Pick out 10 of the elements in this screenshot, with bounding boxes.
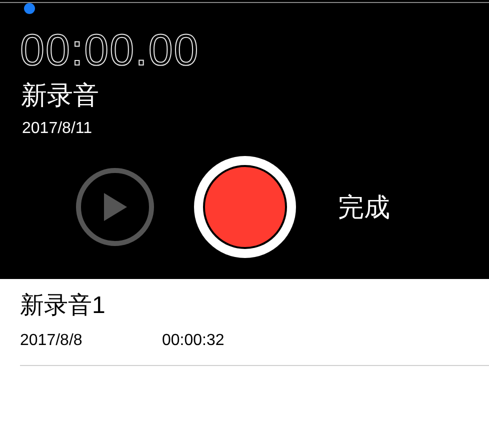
recording-name: 新录音1 (20, 291, 106, 321)
recording-duration: 00:00:32 (162, 331, 224, 351)
recording-list-item[interactable]: 新录音1 2017/8/8 00:00:32 (20, 279, 489, 366)
timer: 00:00.00 (20, 28, 200, 74)
play-icon (102, 192, 128, 222)
recording-list-date: 2017/8/8 (20, 331, 84, 351)
recording-date: 2017/8/11 (22, 120, 93, 138)
recording-title: 新录音 (21, 80, 100, 110)
done-button[interactable]: 完成 (338, 188, 390, 226)
record-icon (203, 165, 287, 249)
